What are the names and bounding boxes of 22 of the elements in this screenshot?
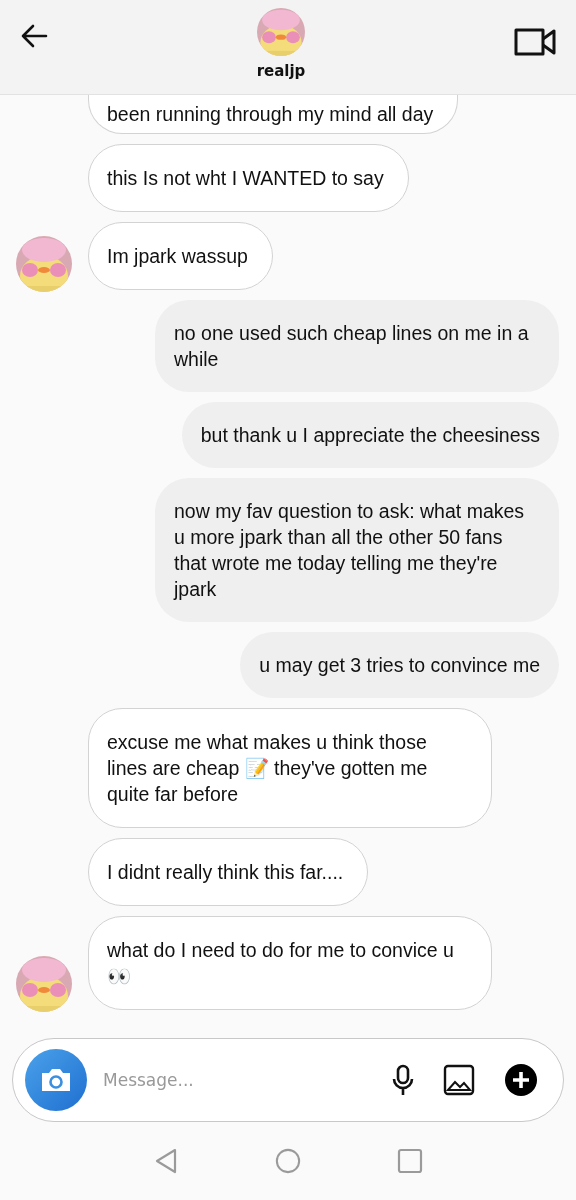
camera-icon xyxy=(40,1067,72,1093)
message-bubble: this Is not wht I WANTED to say xyxy=(88,144,409,212)
back-icon[interactable] xyxy=(153,1148,179,1174)
message-bubble: now my fav question to ask: what makes u more jpark than all the other 50 fans that wrote me today telling me they're jpark xyxy=(155,478,559,622)
video-camera-icon[interactable] xyxy=(514,28,556,56)
message-bubble: been running through my mind all day xyxy=(88,95,459,134)
recents-icon[interactable] xyxy=(397,1148,423,1174)
add-icon[interactable] xyxy=(505,1064,537,1096)
image-icon[interactable] xyxy=(443,1064,475,1096)
message-bubble: I didnt really think this far.... xyxy=(88,838,369,906)
message-bubble: what do I need to do for me to convice u 👀 xyxy=(88,916,492,1010)
message-field[interactable]: Message... xyxy=(101,1069,377,1091)
message-bubble: Im jpark wassup xyxy=(88,222,273,290)
message-bubble: excuse me what makes u think those lines are cheap 📝 they've gotten me quite far before xyxy=(88,708,492,828)
home-icon[interactable] xyxy=(275,1148,301,1174)
username[interactable]: realjp xyxy=(256,62,306,80)
message-bubble: no one used such cheap lines on me in a while xyxy=(155,300,559,392)
back-arrow-icon[interactable] xyxy=(20,24,48,48)
camera-button[interactable] xyxy=(25,1049,87,1111)
message-bubble: u may get 3 tries to convince me xyxy=(240,632,559,698)
microphone-icon[interactable] xyxy=(391,1064,415,1096)
message-bubble: but thank u I appreciate the cheesiness xyxy=(181,402,559,468)
